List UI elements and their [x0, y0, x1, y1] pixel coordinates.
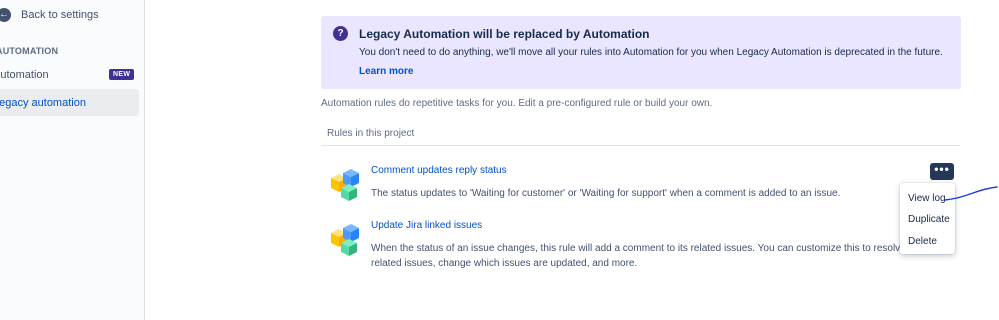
rules-header: Rules in this project	[321, 122, 960, 146]
sidebar-item-legacy-automation[interactable]: Legacy automation	[0, 89, 139, 116]
more-dots-icon: •••	[934, 162, 950, 176]
rule-title-link[interactable]: Update Jira linked issues	[371, 220, 482, 231]
back-label: Back to settings	[21, 9, 99, 21]
intro-text: Automation rules do repetitive tasks for…	[321, 98, 713, 109]
sidebar-item-automation[interactable]: Automation NEW	[0, 61, 139, 88]
back-to-settings-link[interactable]: ← Back to settings	[0, 6, 99, 24]
rule-description: The status updates to 'Waiting for custo…	[371, 188, 841, 199]
new-badge: NEW	[109, 69, 135, 80]
banner-title: Legacy Automation will be replaced by Au…	[359, 27, 650, 41]
question-icon: ?	[333, 26, 348, 41]
arrow-left-icon: ←	[0, 8, 11, 22]
deprecation-banner: ? Legacy Automation will be replaced by …	[321, 16, 961, 89]
pen-annotation-mark	[944, 186, 998, 201]
more-actions-button[interactable]: •••	[930, 163, 954, 180]
menu-item-view-log[interactable]: View log	[908, 193, 946, 204]
sidebar-section-title: AUTOMATION	[0, 46, 59, 56]
sidebar-item-label: Legacy automation	[0, 96, 86, 109]
sidebar-item-label: Automation	[0, 68, 49, 81]
learn-more-link[interactable]: Learn more	[359, 66, 413, 77]
banner-text: You don't need to do anything, we'll mov…	[359, 47, 943, 58]
rule-cube-icon	[331, 169, 359, 201]
menu-item-duplicate[interactable]: Duplicate	[908, 214, 950, 225]
sidebar: ← Back to settings AUTOMATION Automation…	[0, 0, 145, 320]
rule-description: When the status of an issue changes, thi…	[371, 243, 906, 269]
rule-title-link[interactable]: Comment updates reply status	[371, 165, 507, 176]
rule-cube-icon	[331, 224, 359, 256]
rules-header-label: Rules in this project	[327, 128, 415, 139]
menu-item-delete[interactable]: Delete	[908, 236, 937, 247]
